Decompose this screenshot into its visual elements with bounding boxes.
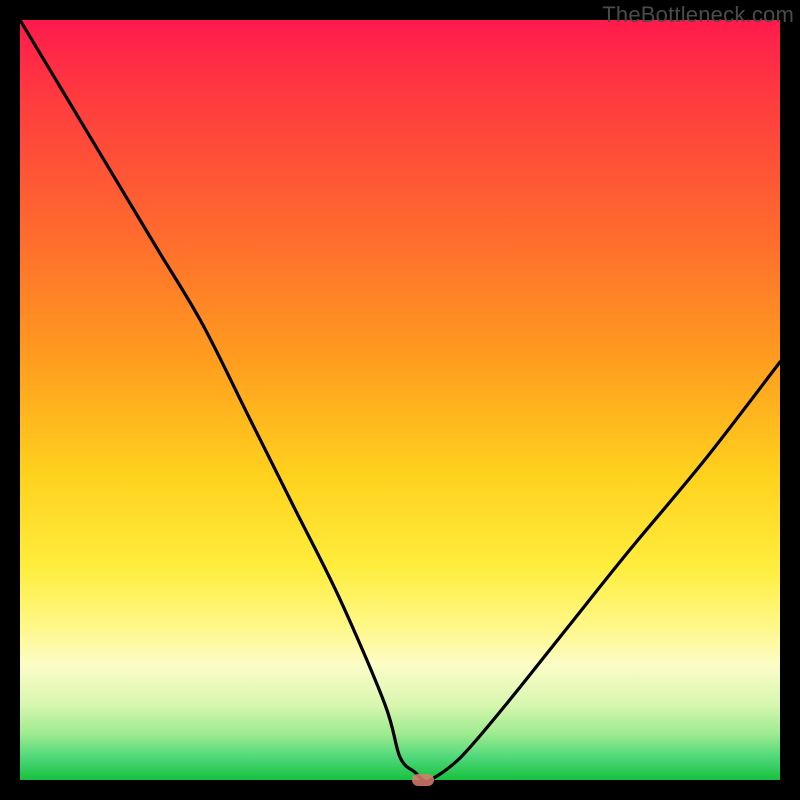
chart-stage: TheBottleneck.com — [0, 0, 800, 800]
bottleneck-curve — [20, 20, 780, 780]
minimum-marker — [412, 774, 434, 786]
plot-area — [20, 20, 780, 780]
watermark-text: TheBottleneck.com — [602, 2, 794, 28]
